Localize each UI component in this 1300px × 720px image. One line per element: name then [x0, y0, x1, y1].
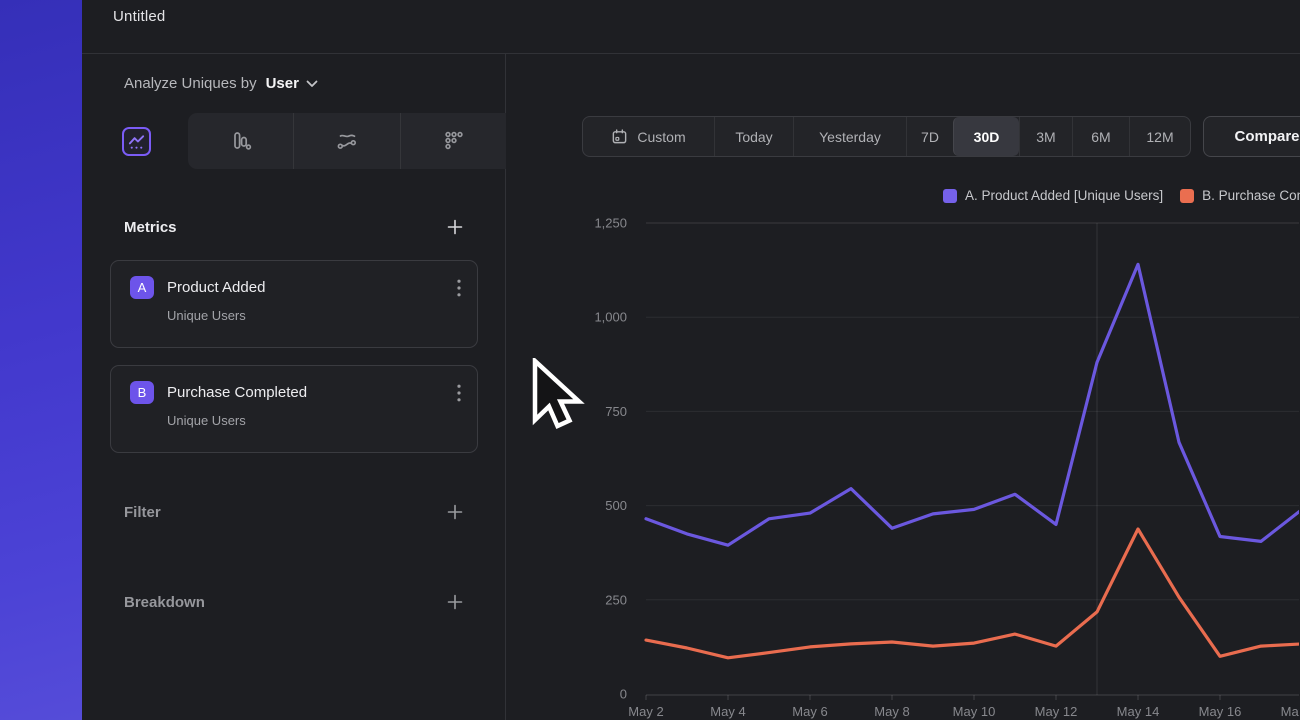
svg-text:1,250: 1,250: [594, 216, 627, 231]
metric-card-a[interactable]: A Product Added Unique Users: [110, 260, 478, 348]
breakdown-header-row: Breakdown: [124, 592, 465, 612]
svg-text:May 4: May 4: [710, 704, 745, 719]
report-content: Analyze Uniques by User: [82, 54, 1300, 720]
chevron-down-icon: [306, 80, 318, 88]
svg-text:0: 0: [620, 687, 627, 702]
add-breakdown-button[interactable]: [445, 592, 465, 612]
metric-badge-b: B: [130, 381, 154, 404]
bar-chart-icon: [228, 128, 254, 154]
metric-subtitle: Unique Users: [167, 413, 463, 428]
analyze-row: Analyze Uniques by User: [124, 75, 318, 92]
kebab-icon: [457, 279, 461, 297]
tab-line-chart[interactable]: [122, 127, 151, 156]
metric-menu-button[interactable]: [455, 277, 463, 299]
analyze-entity-value: User: [266, 75, 299, 92]
svg-text:May 8: May 8: [874, 704, 909, 719]
report-title[interactable]: Untitled: [82, 0, 165, 25]
tab-flows[interactable]: [293, 113, 399, 169]
chart-type-tab-strip: [188, 113, 506, 169]
svg-text:May 2: May 2: [628, 704, 663, 719]
plus-icon: [447, 219, 463, 235]
tab-metric-grid[interactable]: [400, 113, 506, 169]
svg-text:May 6: May 6: [792, 704, 827, 719]
svg-text:1,000: 1,000: [594, 310, 627, 325]
desktop-background-strip: [0, 0, 82, 720]
svg-text:May 16: May 16: [1199, 704, 1242, 719]
svg-text:May 12: May 12: [1035, 704, 1078, 719]
analyze-label: Analyze Uniques by: [124, 75, 257, 92]
metric-badge-a: A: [130, 276, 154, 299]
grid-dots-icon: [440, 128, 466, 154]
tab-bar-chart[interactable]: [188, 113, 293, 169]
chart-panel: Custom Today Yesterday 7D 30D 3M 6M 12M …: [506, 54, 1300, 720]
breakdown-header: Breakdown: [124, 594, 205, 611]
svg-text:750: 750: [605, 404, 627, 419]
metric-subtitle: Unique Users: [167, 308, 463, 323]
svg-text:May 10: May 10: [953, 704, 996, 719]
metrics-header: Metrics: [124, 219, 177, 236]
add-filter-button[interactable]: [445, 502, 465, 522]
plus-icon: [447, 504, 463, 520]
svg-text:250: 250: [605, 592, 627, 607]
filter-header-row: Filter: [124, 502, 465, 522]
metric-name: Product Added: [167, 279, 265, 296]
kebab-icon: [457, 384, 461, 402]
svg-text:May 18: May 18: [1281, 704, 1299, 719]
flows-icon: [333, 128, 361, 154]
analyze-entity-dropdown[interactable]: User: [266, 75, 318, 92]
line-chart-icon: [127, 132, 146, 151]
metric-menu-button[interactable]: [455, 382, 463, 404]
metric-name: Purchase Completed: [167, 384, 307, 401]
metrics-header-row: Metrics: [124, 217, 465, 237]
insights-app-window: Untitled Analyze Uniques by User: [82, 0, 1300, 720]
add-metric-button[interactable]: [445, 217, 465, 237]
plus-icon: [447, 594, 463, 610]
metric-card-b[interactable]: B Purchase Completed Unique Users: [110, 365, 478, 453]
insights-chart: 0 250 500 750 1,000 1,250 May 2 May 4 May 6 May 8…: [506, 54, 1299, 719]
svg-text:500: 500: [605, 498, 627, 513]
report-header-bar: Untitled: [82, 0, 1300, 54]
query-builder-panel: Analyze Uniques by User: [82, 54, 506, 720]
svg-text:May 14: May 14: [1117, 704, 1160, 719]
filter-header: Filter: [124, 504, 161, 521]
